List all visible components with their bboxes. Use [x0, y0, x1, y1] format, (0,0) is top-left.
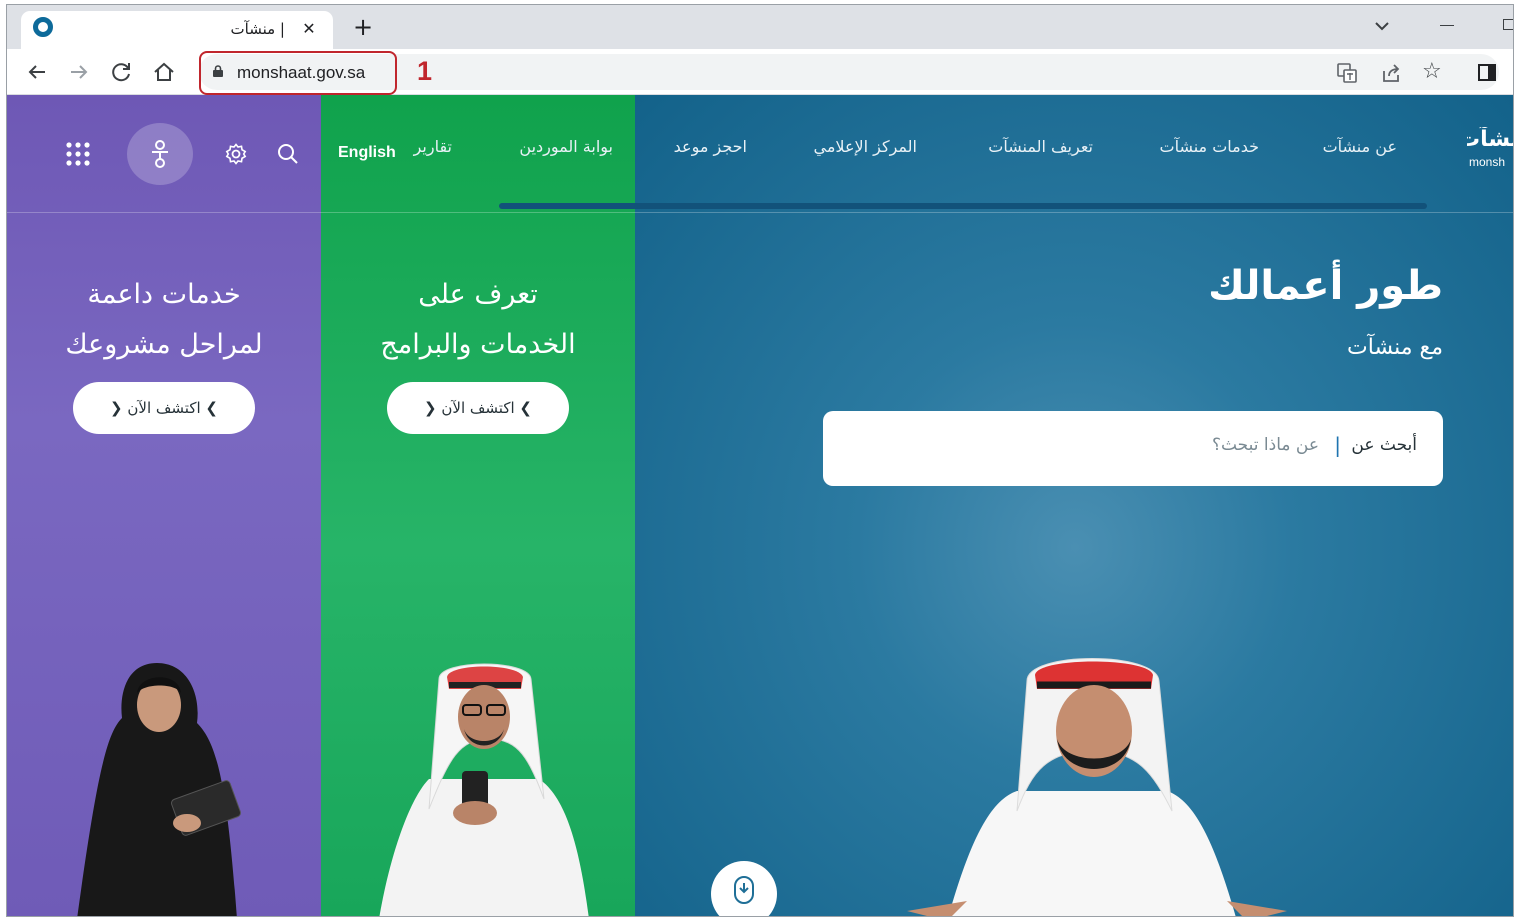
- green-title-line2: الخدمات والبرامج: [380, 329, 576, 360]
- search-label: أبحث عن: [1351, 435, 1417, 455]
- woman-with-tablet-image: [77, 663, 242, 916]
- chevron-left-icon: ❮: [110, 399, 128, 417]
- hero-subtitle: مع منشآت: [1347, 335, 1443, 360]
- nav-item-services[interactable]: خدمات منشآت: [1160, 137, 1260, 156]
- purple-title-line1: خدمات داعمة: [87, 279, 241, 310]
- green-panel-title: تعرف على الخدمات والبرامج: [321, 270, 635, 370]
- discover-now-button-support[interactable]: ❯ اكتشف الآن ❮: [73, 382, 255, 434]
- search-icon[interactable]: [277, 143, 299, 165]
- home-icon[interactable]: [150, 58, 178, 86]
- chevron-left-icon: ❮: [424, 399, 442, 417]
- tab-strip: | منشآت ✕ +: [7, 5, 1513, 49]
- nav-item-about[interactable]: عن منشآت: [1323, 137, 1397, 156]
- language-switch[interactable]: English: [338, 144, 396, 162]
- chevron-right-icon: ❯: [514, 399, 532, 417]
- search-separator: |: [1334, 433, 1341, 457]
- minimize-icon[interactable]: [1440, 25, 1454, 26]
- browser-toolbar: monshaat.gov.sa 1 ☆: [7, 49, 1513, 95]
- nav-item-book-appointment[interactable]: احجز موعد: [674, 137, 747, 156]
- cta-label: اكتشف الآن: [127, 399, 201, 417]
- man-with-phone-image: [379, 663, 589, 916]
- green-title-line1: تعرف على: [418, 279, 538, 310]
- side-panel-icon[interactable]: [1478, 64, 1496, 81]
- search-box[interactable]: أبحث عن | عن ماذا تبحث؟: [823, 411, 1443, 486]
- cta-label: اكتشف الآن: [441, 399, 515, 417]
- purple-title-line2: لمراحل مشروعك: [65, 329, 263, 360]
- purple-panel-title: خدمات داعمة لمراحل مشروعك: [7, 270, 321, 370]
- tab-title: | منشآت: [230, 20, 285, 38]
- logo-text-ar: نشآت: [1467, 127, 1513, 152]
- logo-text-en: monsh: [1469, 155, 1506, 169]
- accessibility-button[interactable]: [127, 123, 193, 185]
- browser-window: | منشآت ✕ + monshaat.gov.sa 1 ☆ نشآت: [6, 4, 1514, 917]
- share-icon[interactable]: [1380, 62, 1402, 84]
- accessibility-icon: [152, 140, 168, 168]
- annotation-number: 1: [417, 56, 433, 86]
- nav-item-definition[interactable]: تعريف المنشآت: [988, 137, 1093, 156]
- chevron-right-icon: ❯: [200, 399, 218, 417]
- reload-icon[interactable]: [108, 58, 136, 86]
- discover-now-button-programs[interactable]: ❯ اكتشف الآن ❮: [387, 382, 569, 434]
- back-arrow-icon[interactable]: [23, 58, 51, 86]
- browser-tab[interactable]: | منشآت ✕: [21, 11, 333, 49]
- nav-item-reports[interactable]: تقارير: [414, 137, 452, 156]
- plus-icon[interactable]: +: [353, 14, 373, 40]
- hero-title: طور أعمالك: [1208, 263, 1443, 309]
- mouse-scroll-icon: [734, 876, 754, 904]
- url-highlight-box: [199, 51, 397, 95]
- app-logo: [33, 17, 53, 37]
- nav-item-suppliers-portal[interactable]: بوابة الموردين: [519, 137, 613, 156]
- search-input[interactable]: عن ماذا تبحث؟: [1212, 435, 1319, 455]
- star-icon[interactable]: ☆: [1422, 59, 1442, 84]
- man-smiling-image: [907, 658, 1287, 916]
- nav-item-media-center[interactable]: المركز الإعلامي: [814, 137, 918, 156]
- site-logo[interactable]: نشآت monsh: [1467, 127, 1513, 181]
- close-icon[interactable]: ✕: [297, 17, 321, 41]
- translate-icon[interactable]: [1337, 63, 1357, 83]
- nav-divider: [7, 212, 1513, 213]
- chevron-down-icon[interactable]: [1373, 17, 1391, 35]
- apps-grid-icon[interactable]: [65, 141, 91, 167]
- nav-underline-bar: [499, 203, 1427, 209]
- forward-arrow-icon[interactable]: [65, 58, 93, 86]
- settings-gear-icon[interactable]: [225, 143, 247, 165]
- page-content: نشآت monsh عن منشآت خدمات منشآت تعريف ال…: [7, 95, 1513, 916]
- restore-icon[interactable]: [1503, 19, 1513, 30]
